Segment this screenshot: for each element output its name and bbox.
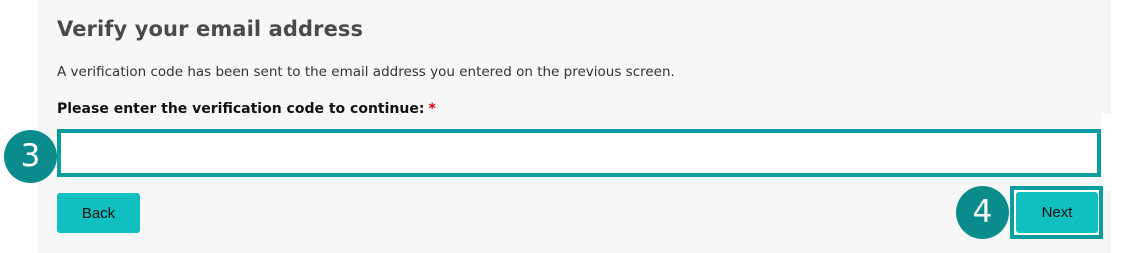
code-field-label-text: Please enter the verification code to co…	[57, 101, 425, 117]
instruction-text: A verification code has been sent to the…	[57, 64, 675, 80]
required-marker: *	[428, 101, 436, 117]
highlight-backdrop	[1102, 113, 1129, 191]
next-button[interactable]: Next	[1016, 192, 1098, 233]
verification-code-input[interactable]	[57, 129, 1101, 177]
back-button[interactable]: Back	[57, 193, 140, 233]
code-field-label: Please enter the verification code to co…	[57, 101, 436, 117]
step-4-badge: 4	[956, 186, 1009, 239]
step-3-badge: 3	[4, 130, 57, 183]
page-title: Verify your email address	[57, 17, 364, 41]
